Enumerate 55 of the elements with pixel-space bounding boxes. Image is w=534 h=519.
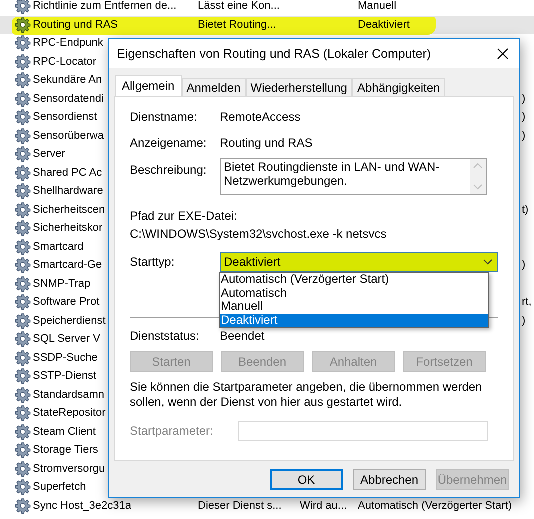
field-value: Beendet <box>220 329 266 343</box>
field-label: Starttyp: <box>130 255 176 269</box>
table-cell: Bietet Routing... <box>198 18 276 31</box>
field-label: Anzeigename: <box>130 136 208 150</box>
table-cell: Richtlinie zum Entfernen de... <box>33 0 177 12</box>
table-cell: SQL Server V <box>33 333 100 346</box>
table-cell: Lässt eine Kon... <box>198 0 280 12</box>
table-cell: ) <box>522 130 526 142</box>
field-label: Pfad zur EXE-Datei: <box>130 209 238 223</box>
table-cell: Sensordatendi <box>33 92 104 105</box>
table-cell: Speicherdienst <box>33 314 106 327</box>
table-cell: Smartcard-Ge <box>33 259 102 272</box>
hint-text: Sie können die Startparameter angeben, die übernommen werden sollen, wenn der Dienst von hier aus gestartet wird. <box>130 380 484 410</box>
table-cell: Routing und RAS <box>33 18 118 31</box>
table-cell: rt, <box>522 296 532 308</box>
table-cell: SNMP-Trap <box>33 278 91 290</box>
table-cell: Shellhardware <box>33 185 104 198</box>
table-cell: Sensordienst <box>33 111 98 124</box>
table-cell: RPC-Locator <box>33 56 97 68</box>
table-cell: Standardsamn <box>33 388 105 401</box>
field-value: RemoteAccess <box>220 110 302 124</box>
table-cell: Sensorüberwa <box>33 130 104 142</box>
table-cell: Server <box>33 148 66 160</box>
table-cell: Stromversorgu <box>33 462 106 475</box>
table-cell: Software Prot <box>33 296 100 308</box>
window-title: Eigenschaften von Routing und RAS (Lokaler Computer) <box>117 46 432 60</box>
field-label: Dienststatus: <box>130 329 200 343</box>
field-label: Startparameter: <box>130 424 214 438</box>
table-cell: Dieser Dienst s... <box>198 500 282 512</box>
table-cell: ) <box>522 314 526 327</box>
table-cell: t) <box>522 204 529 216</box>
table-cell: ) <box>522 92 526 105</box>
field-label: Dienstname: <box>130 110 198 124</box>
table-cell: ) <box>522 111 526 124</box>
table-cell: SSTP-Dienst <box>33 370 97 382</box>
table-cell: Superfetch <box>33 481 86 494</box>
field-value: Routing und RAS <box>220 136 314 150</box>
table-cell: Steam Client <box>33 426 96 438</box>
table-cell: Sicherheitskor <box>33 222 103 234</box>
table-cell: Smartcard <box>33 240 84 253</box>
table-cell: Storage Tiers <box>33 444 98 456</box>
table-cell: Automatisch (Verzögerter Start) <box>358 500 512 512</box>
table-cell: Shared PC Ac <box>33 166 102 179</box>
table-cell: SSDP-Suche <box>33 352 98 364</box>
table-cell: Deaktiviert <box>358 18 410 31</box>
field-value: C:\WINDOWS\System32\svchost.exe -k netsvcs <box>130 227 388 241</box>
field-label: Beschreibung: <box>130 163 208 177</box>
table-cell: StateRepositor <box>33 407 106 420</box>
table-cell: Wird au... <box>300 500 348 512</box>
table-cell: ) <box>522 259 526 272</box>
table-cell: Sekundäre An <box>33 74 102 86</box>
table-cell: RPC-Endpunk <box>33 37 104 50</box>
table-cell: Manuell <box>358 0 397 12</box>
table-cell: Sicherheitscen <box>33 204 106 216</box>
table-cell: Sync Host_3e2c31a <box>33 500 132 512</box>
